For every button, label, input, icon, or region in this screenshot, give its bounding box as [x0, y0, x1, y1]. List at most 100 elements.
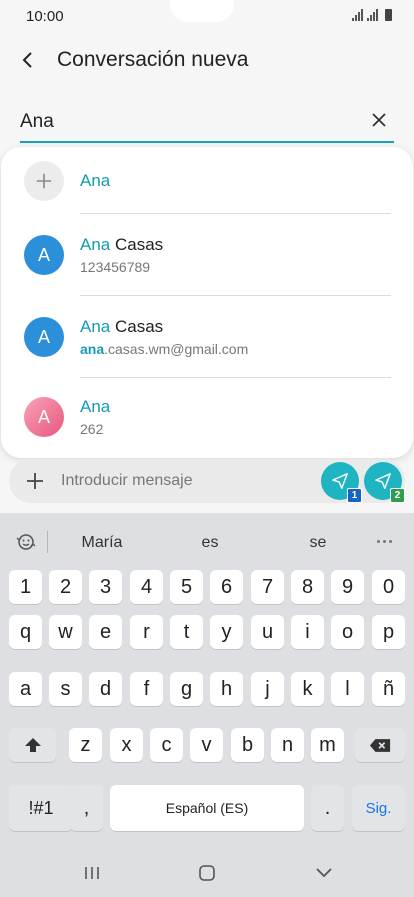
backspace-icon: [369, 738, 391, 752]
suggestion-detail: ana.casas.wm@gmail.com: [80, 341, 249, 357]
period-key[interactable]: .: [311, 785, 344, 831]
key[interactable]: d: [89, 672, 122, 706]
key[interactable]: y: [210, 615, 243, 649]
key[interactable]: 9: [331, 570, 364, 604]
divider: [80, 213, 391, 214]
avatar: A: [24, 235, 64, 275]
key[interactable]: 6: [210, 570, 243, 604]
signal-icon: [367, 9, 378, 21]
prediction-word[interactable]: María: [82, 534, 123, 552]
key[interactable]: ñ: [372, 672, 405, 706]
key[interactable]: g: [170, 672, 203, 706]
key[interactable]: u: [251, 615, 284, 649]
key[interactable]: r: [130, 615, 163, 649]
send-sim2-button[interactable]: 2: [364, 462, 405, 503]
key[interactable]: v: [190, 728, 223, 762]
plus-icon: [24, 161, 64, 201]
close-icon: [372, 113, 386, 127]
sim1-badge: 1: [347, 488, 362, 503]
key[interactable]: i: [291, 615, 324, 649]
contact-item[interactable]: A Ana 262: [1, 379, 413, 458]
page-title: Conversación nueva: [57, 48, 249, 71]
prediction-word[interactable]: se: [310, 534, 327, 552]
avatar: A: [24, 397, 64, 437]
back-arrow-icon: [22, 52, 32, 68]
suggestion-name: Ana Casas: [80, 317, 164, 336]
divider: [80, 295, 391, 296]
recipient-field: [20, 103, 394, 143]
key[interactable]: e: [89, 615, 122, 649]
key[interactable]: f: [130, 672, 163, 706]
navigation-bar: [0, 851, 414, 897]
key[interactable]: 3: [89, 570, 122, 604]
divider: [80, 377, 391, 378]
symbols-key[interactable]: !#1: [9, 785, 73, 831]
suggestion-name: Ana: [80, 397, 111, 416]
sim2-badge: 2: [390, 488, 405, 503]
key[interactable]: t: [170, 615, 203, 649]
contact-item[interactable]: A Ana Casas 123456789: [1, 215, 413, 295]
plus-icon: [27, 473, 43, 489]
key[interactable]: o: [331, 615, 364, 649]
key[interactable]: x: [110, 728, 143, 762]
key[interactable]: 1: [9, 570, 42, 604]
key[interactable]: q: [9, 615, 42, 649]
key[interactable]: z: [69, 728, 102, 762]
status-time: 10:00: [26, 8, 64, 25]
avatar: A: [24, 317, 64, 357]
shift-key[interactable]: [9, 728, 56, 762]
camera-notch: [170, 0, 234, 22]
message-composer: 1 2: [9, 459, 405, 503]
back-button[interactable]: [14, 46, 42, 74]
emoji-toggle-icon[interactable]: [14, 530, 38, 554]
suggestion-detail: 262: [80, 421, 104, 437]
key[interactable]: 5: [170, 570, 203, 604]
key[interactable]: m: [311, 728, 344, 762]
key[interactable]: w: [49, 615, 82, 649]
key[interactable]: h: [210, 672, 243, 706]
key[interactable]: s: [49, 672, 82, 706]
key[interactable]: 7: [251, 570, 284, 604]
suggestion-name: Ana: [80, 171, 111, 190]
key[interactable]: b: [231, 728, 264, 762]
clear-button[interactable]: [366, 107, 392, 133]
key[interactable]: n: [271, 728, 304, 762]
send-icon: [332, 473, 348, 489]
key[interactable]: j: [251, 672, 284, 706]
next-key[interactable]: Sig.: [352, 785, 405, 831]
send-sim1-button[interactable]: 1: [321, 462, 362, 503]
shift-icon: [24, 738, 41, 752]
key[interactable]: p: [372, 615, 405, 649]
suggestion-detail: 123456789: [80, 259, 151, 275]
space-key[interactable]: Español (ES): [110, 785, 304, 831]
signal-icon: [352, 9, 363, 21]
key[interactable]: l: [331, 672, 364, 706]
key[interactable]: 4: [130, 570, 163, 604]
key[interactable]: a: [9, 672, 42, 706]
divider: [47, 531, 48, 553]
prediction-word[interactable]: es: [202, 534, 219, 552]
home-icon[interactable]: [198, 864, 216, 887]
attach-button[interactable]: [23, 469, 47, 493]
prediction-bar: María es se: [0, 513, 414, 571]
recipient-input[interactable]: [20, 109, 350, 135]
battery-icon: [385, 9, 392, 21]
status-bar: 10:00: [0, 0, 414, 34]
key[interactable]: 8: [291, 570, 324, 604]
backspace-key[interactable]: [355, 728, 405, 762]
contact-suggestions: Ana A Ana Casas 123456789 A Ana Casas an…: [1, 147, 413, 458]
key[interactable]: 2: [49, 570, 82, 604]
key[interactable]: 0: [372, 570, 405, 604]
suggestion-name: Ana Casas: [80, 235, 164, 254]
keyboard: María es se 1 2 3 4 5 6 7 8 9 0 q w e r …: [0, 513, 414, 897]
chevron-down-icon[interactable]: [314, 866, 334, 885]
key[interactable]: c: [150, 728, 183, 762]
contact-item[interactable]: A Ana Casas ana.casas.wm@gmail.com: [1, 297, 413, 377]
comma-key[interactable]: ,: [70, 785, 103, 831]
more-options-icon[interactable]: [377, 540, 392, 543]
recent-apps-icon[interactable]: [82, 865, 102, 886]
key[interactable]: k: [291, 672, 324, 706]
status-icons: [352, 9, 392, 21]
send-icon: [375, 473, 391, 489]
message-input[interactable]: [61, 471, 311, 491]
